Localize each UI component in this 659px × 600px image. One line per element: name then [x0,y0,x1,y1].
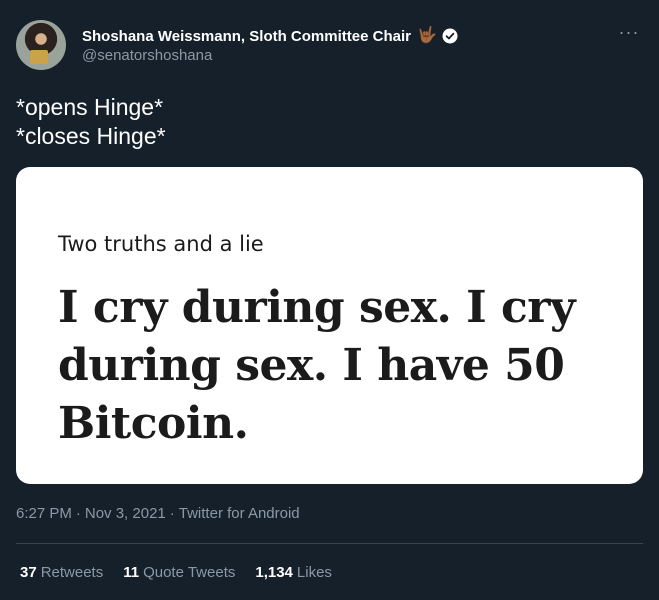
tweet-stats: 37 Retweets 11 Quote Tweets 1,134 Likes [20,564,332,581]
meta-separator: · [169,505,175,522]
tweet-date[interactable]: Nov 3, 2021 [85,505,166,522]
more-options-icon[interactable]: ··· [617,23,641,41]
avatar[interactable] [16,20,66,70]
author-handle[interactable]: @senatorshoshana [82,47,212,64]
retweets-count: 37 [20,564,37,581]
quote-tweets-count: 11 [123,564,140,581]
retweets-label: Retweets [40,564,104,581]
verified-badge-icon [442,28,458,44]
hand-emoji-icon: 🤟🏾 [416,27,437,44]
retweets-stat[interactable]: 37 Retweets [20,564,103,581]
tweet-text: *opens Hinge* *closes Hinge* [16,94,166,149]
likes-stat[interactable]: 1,134 Likes [255,564,332,581]
meta-separator: · [75,505,81,522]
likes-label: Likes [296,564,332,581]
tweet-time[interactable]: 6:27 PM [16,505,72,522]
prompt-answer: I cry during sex. I cry during sex. I ha… [58,282,576,449]
likes-count: 1,134 [255,564,293,581]
prompt-label: Two truths and a lie [58,232,264,256]
author-row: Shoshana Weissmann, Sloth Committee Chai… [82,27,459,45]
tweet-source[interactable]: Twitter for Android [179,505,300,522]
quote-tweets-label: Quote Tweets [143,564,236,581]
divider [16,543,643,544]
tweet-meta: 6:27 PM · Nov 3, 2021 · Twitter for Android [16,505,300,522]
quote-tweets-stat[interactable]: 11 Quote Tweets [123,564,235,581]
tweet-media-image[interactable]: Two truths and a lie I cry during sex. I… [16,167,643,484]
author-display-name[interactable]: Shoshana Weissmann, Sloth Committee Chai… [82,28,411,45]
